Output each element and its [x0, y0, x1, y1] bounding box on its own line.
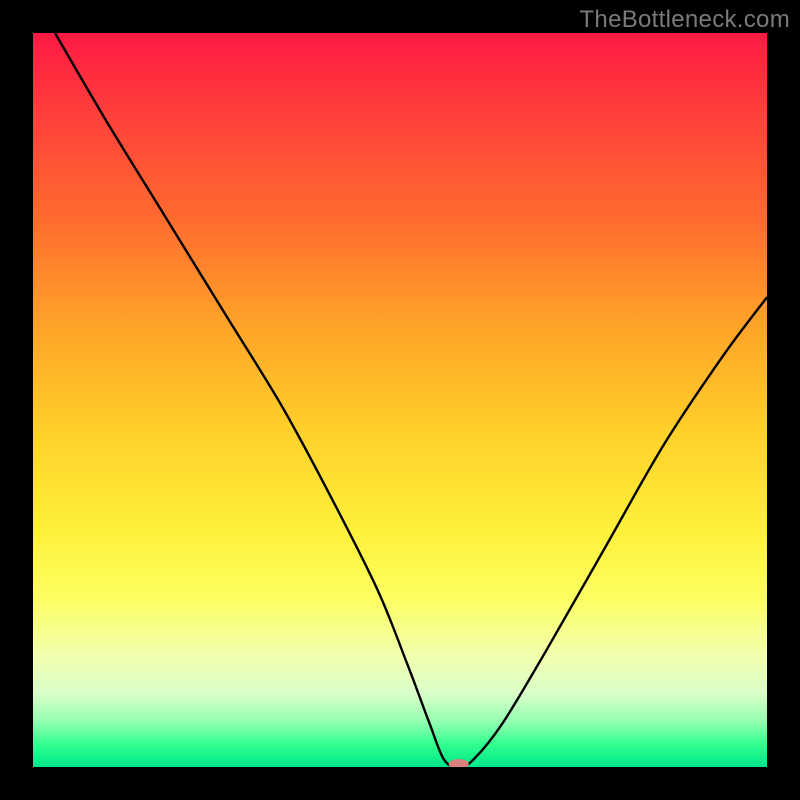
minimum-marker — [449, 759, 469, 767]
watermark-text: TheBottleneck.com — [579, 6, 790, 34]
curve-layer — [33, 33, 767, 767]
plot-area — [33, 33, 767, 767]
bottleneck-curve — [55, 33, 767, 767]
chart-frame: TheBottleneck.com — [0, 0, 800, 800]
